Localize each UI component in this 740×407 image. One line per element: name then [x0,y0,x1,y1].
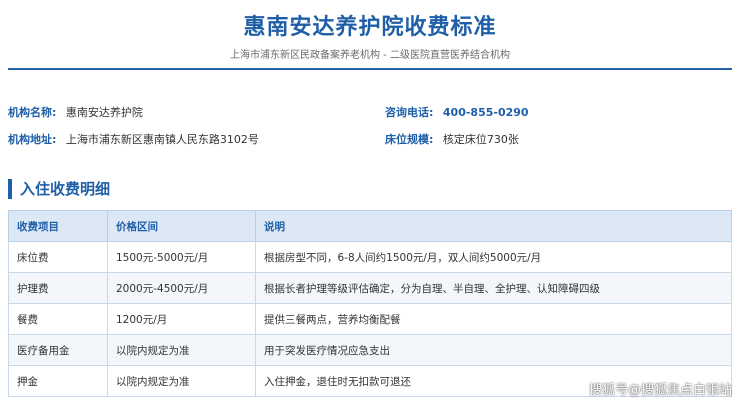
title-divider [8,68,732,70]
cell-note: 提供三餐两点，营养均衡配餐 [255,303,732,335]
info-phone-value[interactable]: 400-855-0290 [443,106,529,119]
table-row: 医疗备用金 以院内规定为准 用于突发医疗情况应急支出 [8,334,732,366]
section-heading: 入住收费明细 [8,179,110,199]
cell-price: 2000元-4500元/月 [107,272,256,304]
info-phone: 咨询电话: 400-855-0290 [385,104,529,120]
info-address: 机构地址: 上海市浦东新区惠南镇人民东路3102号 [8,131,259,147]
fee-table: 收费项目 价格区间 说明 床位费 1500元-5000元/月 根据房型不同，6-… [8,210,732,397]
info-name-value: 惠南安达养护院 [65,106,143,119]
cell-note: 根据长者护理等级评估确定，分为自理、半自理、全护理、认知障碍四级 [255,272,732,304]
cell-item: 护理费 [8,272,108,304]
cell-item: 床位费 [8,241,108,273]
info-beds: 床位规模: 核定床位730张 [385,131,519,147]
info-beds-label: 床位规模: [385,133,434,146]
table-row: 护理费 2000元-4500元/月 根据长者护理等级评估确定，分为自理、半自理、… [8,272,732,304]
cell-item: 医疗备用金 [8,334,108,366]
cell-price: 以院内规定为准 [107,365,256,397]
cell-note: 根据房型不同，6-8人间约1500元/月，双人间约5000元/月 [255,241,732,273]
cell-price: 以院内规定为准 [107,334,256,366]
table-row: 床位费 1500元-5000元/月 根据房型不同，6-8人间约1500元/月，双… [8,241,732,273]
page-title: 惠南安达养护院收费标准 [243,15,497,40]
info-address-label: 机构地址: [8,133,57,146]
cell-price: 1500元-5000元/月 [107,241,256,273]
column-header-item: 收费项目 [8,210,108,242]
cell-note: 用于突发医疗情况应急支出 [255,334,732,366]
cell-item: 餐费 [8,303,108,335]
info-beds-value: 核定床位730张 [442,133,519,146]
table-header-row: 收费项目 价格区间 说明 [8,210,732,242]
column-header-note: 说明 [255,210,732,242]
info-name-label: 机构名称: [8,106,57,119]
info-name: 机构名称: 惠南安达养护院 [8,104,143,120]
watermark: 搜狐号@搜狐焦点白银站 [588,383,732,398]
page-subtitle: 上海市浦东新区民政备案养老机构 - 二级医院直营医养结合机构 [230,50,510,61]
table-row: 餐费 1200元/月 提供三餐两点，营养均衡配餐 [8,303,732,335]
cell-item: 押金 [8,365,108,397]
cell-price: 1200元/月 [107,303,256,335]
info-phone-label: 咨询电话: [385,106,434,119]
info-address-value: 上海市浦东新区惠南镇人民东路3102号 [65,133,259,146]
column-header-price: 价格区间 [107,210,256,242]
